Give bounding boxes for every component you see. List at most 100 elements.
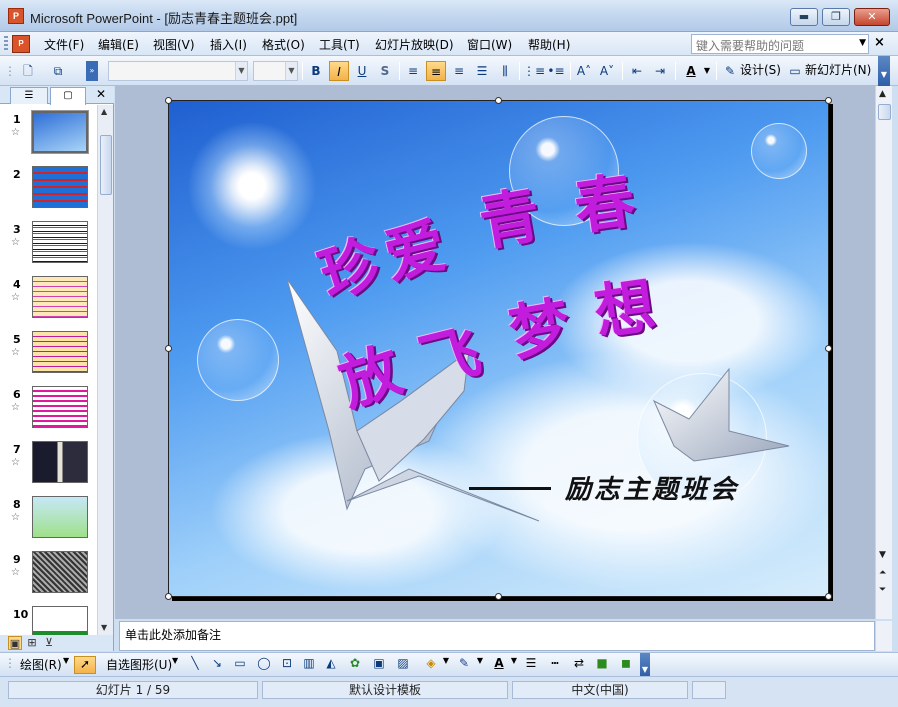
slide-canvas[interactable]: 珍 爱 青 春 放 飞 梦 想 励志主题班会 [168, 100, 829, 597]
menu-window[interactable]: 窗口(W) [467, 36, 512, 53]
toolbar-grip[interactable]: ⋮ [4, 61, 16, 81]
dash-style-icon[interactable]: ┅ [546, 656, 564, 674]
notes-pane[interactable]: 单击此处添加备注 [119, 621, 875, 651]
bold-button[interactable]: B [306, 61, 326, 81]
shadow-style-icon[interactable]: ■ [594, 656, 610, 674]
underline-button[interactable]: U [352, 61, 372, 81]
previous-slide-icon[interactable]: ⏶ [879, 569, 886, 578]
notes-scrollbar[interactable] [875, 621, 892, 651]
slideshow-icon[interactable]: ⊻ [42, 636, 56, 650]
scrollbar-thumb[interactable] [878, 104, 891, 120]
select-pointer-icon[interactable]: ➚ [74, 656, 96, 674]
font-size-select[interactable]: ▼ [253, 61, 298, 81]
font-name-select[interactable]: ▼ [108, 61, 248, 81]
align-right-icon[interactable]: ≡ [449, 61, 469, 81]
scrollbar-thumb[interactable] [100, 135, 112, 195]
new-slide-icon[interactable]: ▭ [787, 61, 803, 81]
slide-item-1[interactable]: 1 ☆ [0, 109, 96, 164]
menu-tools[interactable]: 工具(T) [319, 36, 360, 53]
picture-icon[interactable]: ▨ [394, 656, 412, 674]
slide-item-6[interactable]: 6 ☆ [0, 384, 96, 439]
scroll-up-icon[interactable]: ▲ [101, 107, 107, 116]
chevron-down-icon[interactable]: ▼ [172, 656, 178, 674]
design-button[interactable]: 设计(S) [740, 61, 781, 81]
resize-handle[interactable] [165, 345, 172, 352]
clipart-icon[interactable]: ▣ [370, 656, 388, 674]
toolbar-overflow-icon[interactable]: ▼ [878, 56, 890, 86]
oval-icon[interactable]: ◯ [254, 656, 274, 674]
arrow-style-icon[interactable]: ⇄ [570, 656, 588, 674]
slide-item-2[interactable]: 2 [0, 164, 96, 219]
design-template-status[interactable]: 默认设计模板 [262, 681, 508, 699]
menu-file[interactable]: 文件(F) [44, 36, 84, 53]
diagram-icon[interactable]: ✿ [346, 656, 364, 674]
normal-view-icon[interactable]: ▣ [8, 636, 22, 650]
new-slide-button[interactable]: 新幻灯片(N) [805, 61, 871, 81]
menu-slideshow[interactable]: 幻灯片放映(D) [375, 36, 454, 53]
slide-thumbnail[interactable] [31, 110, 89, 154]
toolbar-grip[interactable]: ⋮ [4, 656, 16, 674]
close-window-button[interactable]: ✕ [854, 8, 890, 26]
font-color-icon[interactable]: A [680, 61, 702, 81]
numbered-list-icon[interactable]: ⋮≡ [523, 61, 545, 81]
slide-scrollbar[interactable]: ▲ ▼ ⏶ ⏷ [875, 86, 892, 619]
close-panel-button[interactable]: ✕ [96, 87, 106, 101]
slide-thumbnail[interactable] [32, 606, 88, 635]
close-document-button[interactable]: × [874, 35, 885, 50]
toolbar-overflow-icon[interactable]: ▼ [640, 653, 650, 677]
decrease-font-icon[interactable]: A˅ [597, 61, 617, 81]
powerpoint-app-icon[interactable]: P [8, 8, 24, 24]
bulleted-list-icon[interactable]: •≡ [546, 61, 566, 81]
justify-icon[interactable]: ☰ [472, 61, 492, 81]
align-left-icon[interactable]: ≡ [403, 61, 423, 81]
toolbar-grip[interactable] [4, 36, 8, 52]
resize-handle[interactable] [495, 97, 502, 104]
line-style-icon[interactable]: ☰ [522, 656, 540, 674]
scroll-down-icon[interactable]: ▼ [101, 623, 107, 632]
slide-thumbnail[interactable] [32, 331, 88, 373]
menu-view[interactable]: 视图(V) [153, 36, 195, 53]
design-icon[interactable]: ✎ [722, 61, 738, 81]
minimize-button[interactable]: ▬ [790, 8, 818, 26]
font-color-icon[interactable]: A [490, 656, 508, 674]
resize-handle[interactable] [825, 593, 832, 600]
wordart-icon[interactable]: ◭ [322, 656, 340, 674]
chevron-down-icon[interactable]: ▼ [702, 61, 712, 81]
menu-edit[interactable]: 编辑(E) [98, 36, 139, 53]
menu-insert[interactable]: 插入(I) [210, 36, 247, 53]
fill-color-icon[interactable]: ◈ [422, 656, 440, 674]
menu-format[interactable]: 格式(O) [262, 36, 305, 53]
resize-handle[interactable] [825, 345, 832, 352]
scroll-down-icon[interactable]: ▼ [879, 551, 886, 560]
new-document-icon[interactable]: 🗋 [18, 61, 38, 81]
chevron-down-icon[interactable]: ▼ [442, 656, 450, 674]
align-center-icon[interactable]: ≡ [426, 61, 446, 81]
slide-thumbnail[interactable] [32, 441, 88, 483]
chevron-down-icon[interactable]: ▼ [63, 656, 69, 674]
slide-thumbnail[interactable] [32, 221, 88, 263]
tab-outline[interactable]: ☰ [10, 87, 48, 104]
chevron-down-icon[interactable]: ▼ [235, 62, 247, 80]
help-search-input[interactable]: 键入需要帮助的问题 ▼ [691, 34, 869, 54]
rectangle-icon[interactable]: ▭ [230, 656, 250, 674]
scroll-up-icon[interactable]: ▲ [879, 90, 886, 99]
document-icon[interactable]: P [12, 35, 30, 53]
line-icon[interactable]: ╲ [186, 656, 204, 674]
autoshapes-button[interactable]: 自选图形(U) [106, 656, 172, 674]
italic-button[interactable]: I [329, 61, 349, 81]
shadow-button[interactable]: S [375, 61, 395, 81]
slide-item-5[interactable]: 5 ☆ [0, 329, 96, 384]
panel-scrollbar[interactable]: ▲ ▼ [97, 105, 113, 635]
slide-item-9[interactable]: 9 ☆ [0, 549, 96, 604]
slide-item-3[interactable]: 3 ☆ [0, 219, 96, 274]
decrease-indent-icon[interactable]: ⇤ [627, 61, 647, 81]
increase-indent-icon[interactable]: ⇥ [650, 61, 670, 81]
slide-thumbnail[interactable] [32, 386, 88, 428]
textbox-icon[interactable]: ⊡ [278, 656, 296, 674]
next-slide-icon[interactable]: ⏷ [879, 586, 886, 595]
resize-handle[interactable] [495, 593, 502, 600]
slide-item-7[interactable]: 7 ☆ [0, 439, 96, 494]
copy-icon[interactable]: ⧉ [46, 61, 70, 81]
chevron-down-icon[interactable]: ▼ [859, 38, 866, 48]
chevron-down-icon[interactable]: ▼ [285, 62, 297, 80]
